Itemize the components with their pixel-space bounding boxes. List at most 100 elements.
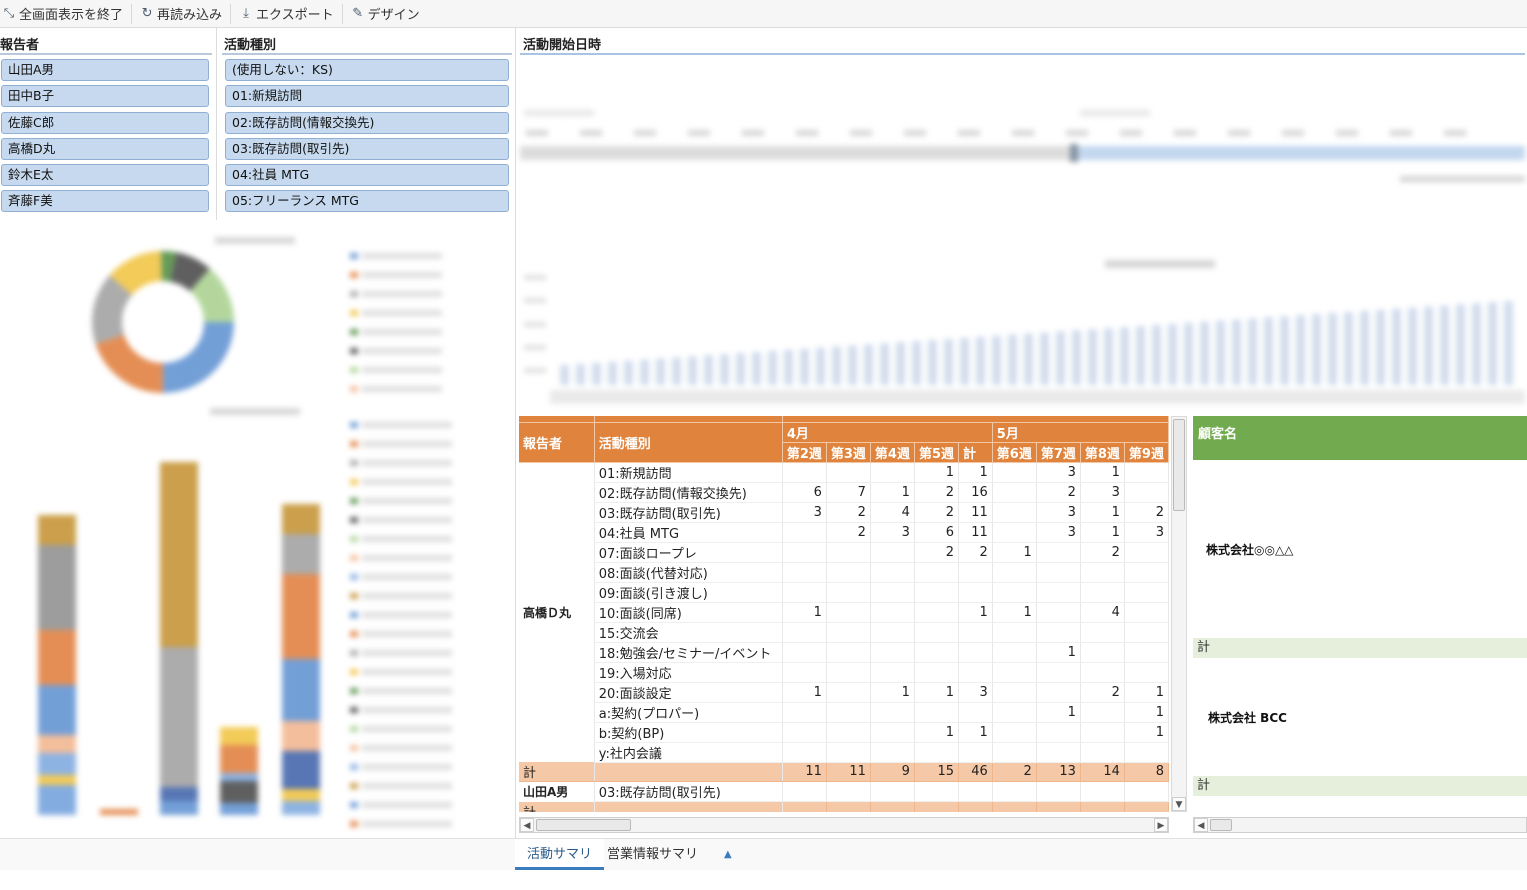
filter-item-reporter[interactable]: 斉藤F美 [1, 190, 209, 213]
daily-bar [1312, 314, 1321, 385]
pivot-value-cell [914, 582, 960, 603]
filter-item-reporter[interactable]: 高橋D丸 [1, 137, 209, 160]
pivot-value-cell [1036, 602, 1081, 623]
pivot-value-cell: 2 [1124, 502, 1169, 523]
export-button[interactable]: ⤓ エクスポート [237, 3, 343, 24]
filter-item-activity[interactable]: 04:社員 MTG [225, 164, 509, 187]
pivot-month-may[interactable]: 5月 [992, 422, 1169, 443]
filter-item-activity[interactable]: 03:既存訪問(取引先) [225, 137, 509, 160]
pivot-week-header[interactable]: 第9週 [1124, 442, 1169, 463]
customer-name: 株式会社◎◎△△ [1206, 543, 1294, 557]
pivot-reporter-cell: 高橋Ｄ丸 [519, 462, 595, 762]
customer-hscroll-thumb[interactable] [1210, 819, 1232, 831]
pivot-value-cell [826, 562, 871, 583]
reload-button[interactable]: ↻ 再読み込み [138, 3, 232, 24]
scroll-left-icon[interactable]: ◀ [520, 818, 534, 832]
stacked-bar-segment [38, 630, 76, 685]
daily-bar [1024, 333, 1033, 385]
table-row: 高橋Ｄ丸 01:新規訪問 1 1 3 1 [519, 462, 1169, 762]
daily-bar [1200, 321, 1209, 385]
legend-swatch [350, 291, 358, 297]
timeline-slider[interactable] [520, 60, 1525, 190]
pivot-value-cell [826, 462, 871, 483]
pivot-value-cell [1080, 722, 1125, 743]
pivot-value-cell [958, 642, 993, 663]
filter-item-activity[interactable]: 05:フリーランス MTG [225, 190, 509, 213]
table-row: b:契約(BP) 1 1 1 [519, 722, 1169, 743]
legend-text [362, 745, 452, 751]
pivot-week-header[interactable]: 第5週 [914, 442, 960, 463]
pivot-value-cell [1124, 542, 1169, 563]
pivot-col-activity[interactable]: 活動種別 [594, 422, 783, 463]
legend-text [362, 555, 452, 561]
daily-bar [1440, 305, 1449, 385]
pivot-vertical-scrollbar[interactable]: ▼ [1171, 416, 1187, 812]
pivot-week-header[interactable]: 第8週 [1080, 442, 1125, 463]
scroll-right-icon[interactable]: ▶ [1154, 818, 1168, 832]
pivot-week-header[interactable]: 第7週 [1036, 442, 1081, 463]
filter-item-reporter[interactable]: 佐藤C郎 [1, 111, 209, 134]
stacked-bar-segment [220, 745, 258, 773]
stacked-bar-segment [100, 809, 138, 815]
filter-item-reporter[interactable]: 鈴木E太 [1, 164, 209, 187]
pivot-subtotal-header[interactable]: 計 [958, 442, 993, 463]
table-row: 03:既存訪問(取引先) 3 2 4 2 11 3 1 2 [519, 502, 1169, 523]
pivot-vscroll-thumb[interactable] [1173, 419, 1185, 511]
customer-pane[interactable]: 顧客名 株式会社◎◎△△ 計 株式会社 BCC 計 [1193, 416, 1527, 812]
customer-header[interactable]: 顧客名 [1193, 416, 1527, 460]
daily-bar [880, 343, 889, 385]
filter-item-activity[interactable]: (使用しない：KS) [225, 59, 509, 81]
legend-text [362, 821, 452, 827]
pivot-total-cell [914, 801, 960, 812]
pivot-value-cell [992, 582, 1037, 603]
tab-sales-summary[interactable]: 営業情報サマリ [595, 839, 710, 870]
pivot-hscroll-thumb[interactable] [536, 819, 631, 831]
pivot-value-cell [958, 622, 993, 643]
pivot-total-row: 計 11 11 9 15 46 2 13 14 8 [519, 762, 1169, 783]
scroll-down-icon[interactable]: ▼ [1172, 797, 1186, 811]
tab-menu-icon[interactable]: ▲ [712, 839, 744, 870]
pivot-week-header[interactable]: 第4週 [870, 442, 915, 463]
customer-horizontal-scrollbar[interactable]: ◀ [1193, 817, 1527, 833]
filter-item-activity[interactable]: 02:既存訪問(情報交換先) [225, 111, 509, 134]
reporter-filter-list[interactable]: 山田A男 田中B子 佐藤C郎 高橋D丸 鈴木E太 斉藤F美 [1, 59, 209, 219]
pivot-value-cell: 1 [782, 682, 827, 703]
activity-filter-list[interactable]: (使用しない：KS) 01:新規訪問 02:既存訪問(情報交換先) 03:既存訪… [225, 59, 509, 219]
filter-item-activity[interactable]: 01:新規訪問 [225, 85, 509, 108]
exit-fullscreen-button[interactable]: ⤡ 全画面表示を終了 [0, 3, 133, 24]
daily-bar [784, 349, 793, 385]
table-row: 02:既存訪問(情報交換先) 6 7 1 2 16 2 3 [519, 482, 1169, 503]
pivot-week-header[interactable]: 第6週 [992, 442, 1037, 463]
activity-pivot-table[interactable]: 報告者 活動種別 4月 5月 第2週 第3週 第4週 第5週 計 第6週 第7週… [519, 416, 1169, 812]
filter-item-reporter[interactable]: 山田A男 [1, 59, 209, 81]
legend-text [362, 291, 442, 297]
pivot-week-header[interactable]: 第2週 [782, 442, 827, 463]
pivot-value-cell: 2 [914, 482, 960, 503]
pivot-col-reporter[interactable]: 報告者 [519, 422, 595, 463]
pivot-value-cell [826, 702, 871, 723]
pivot-value-cell: 2 [1080, 682, 1125, 703]
scroll-left-icon[interactable]: ◀ [1194, 818, 1208, 832]
pivot-value-cell [992, 482, 1037, 503]
daily-bar [1168, 323, 1177, 385]
pivot-week-header[interactable]: 第3週 [826, 442, 871, 463]
reporter-filter-title: 報告者 [0, 38, 40, 53]
pivot-value-cell: 1 [914, 462, 960, 483]
daily-bar [624, 360, 633, 385]
pivot-value-cell [826, 662, 871, 683]
filter-item-reporter[interactable]: 田中B子 [1, 85, 209, 108]
pivot-activity-cell: 08:面談(代替対応) [594, 562, 783, 583]
pivot-value-cell: 3 [958, 682, 993, 703]
tab-activity-summary[interactable]: 活動サマリ [515, 839, 605, 870]
design-button[interactable]: ✎ デザイン [349, 4, 428, 24]
customer-total-row: 計 [1193, 776, 1527, 796]
pivot-value-cell [1124, 662, 1169, 683]
pivot-month-april[interactable]: 4月 [782, 422, 993, 443]
pivot-horizontal-scrollbar[interactable]: ◀ ▶ [519, 817, 1169, 833]
pivot-value-cell [1124, 742, 1169, 763]
pivot-value-cell [992, 642, 1037, 663]
pivot-value-cell: 16 [958, 482, 993, 503]
legend-text [362, 348, 442, 354]
daily-bar [592, 362, 601, 385]
daily-bar [912, 341, 921, 385]
